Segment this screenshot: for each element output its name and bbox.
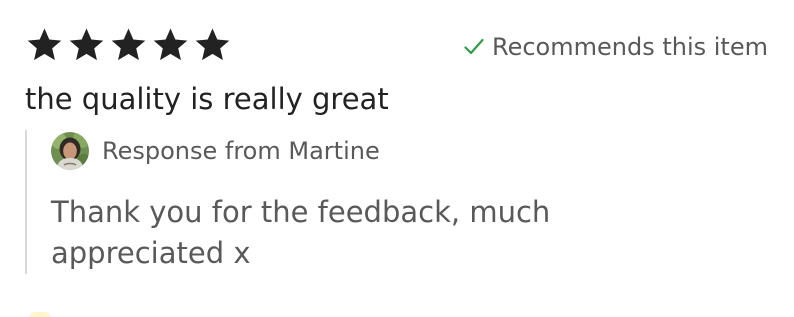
response-header: Response from Martine: [51, 132, 380, 170]
seller-response: Response from Martine Thank you for the …: [25, 130, 767, 274]
review-text: the quality is really great: [25, 82, 389, 116]
check-icon: [464, 38, 484, 56]
star-icon: [151, 26, 190, 64]
response-text: Thank you for the feedback, much appreci…: [51, 195, 551, 270]
star-icon: [193, 26, 232, 64]
star-icon: [25, 26, 64, 64]
response-from-label: Response from Martine: [102, 137, 380, 165]
review-card: Recommends this item the quality is real…: [0, 0, 794, 317]
star-rating: [25, 26, 232, 64]
star-icon: [109, 26, 148, 64]
recommends-label: Recommends this item: [492, 33, 768, 61]
recommends-badge: Recommends this item: [464, 33, 768, 61]
next-review-fragment: [30, 312, 50, 317]
avatar[interactable]: [51, 132, 89, 170]
star-icon: [67, 26, 106, 64]
